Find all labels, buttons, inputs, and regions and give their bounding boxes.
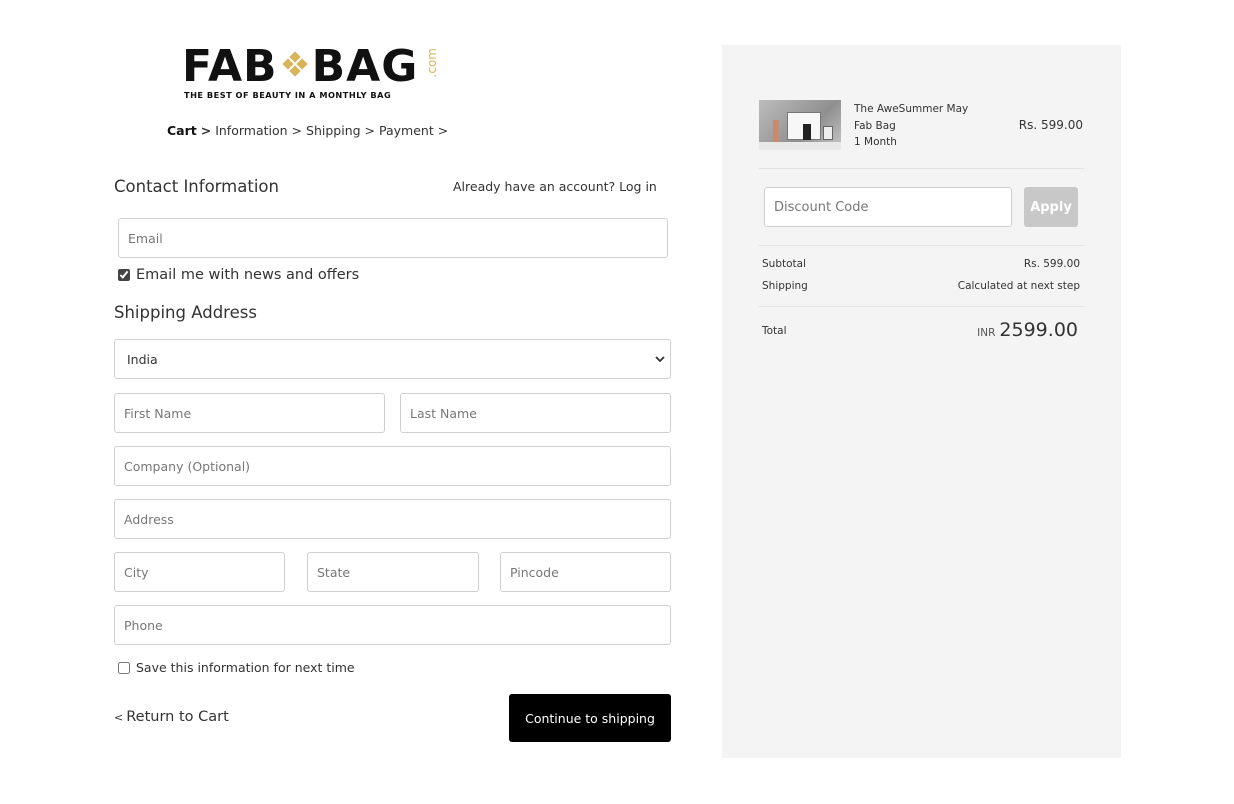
first-name-field[interactable]: [114, 393, 385, 433]
logo-wordmark: FAB BAG: [182, 44, 418, 90]
product-name-line1: The AweSummer May: [854, 103, 969, 115]
logo-com: .com: [425, 48, 439, 78]
save-info-label: Save this information for next time: [136, 660, 355, 675]
breadcrumb: Cart > Information > Shipping > Payment …: [167, 123, 448, 138]
product-variant: 1 Month: [854, 136, 897, 148]
address-field[interactable]: [114, 499, 671, 539]
total-value-row: INR 2599.00: [977, 319, 1078, 341]
save-info-checkbox-row[interactable]: Save this information for next time: [118, 660, 355, 675]
shipping-value: Calculated at next step: [957, 280, 1080, 292]
return-to-cart-link[interactable]: < Return to Cart: [114, 709, 229, 725]
breadcrumb-separator: >: [291, 123, 303, 138]
summary-divider: [759, 306, 1084, 307]
product-image: [759, 100, 841, 150]
breadcrumb-separator: >: [437, 123, 449, 138]
total-amount: 2599.00: [999, 319, 1078, 341]
summary-divider: [759, 168, 1084, 169]
state-field[interactable]: [307, 552, 479, 592]
country-select[interactable]: India: [114, 339, 671, 379]
total-label: Total: [762, 325, 787, 337]
subtotal-value: Rs. 599.00: [1023, 258, 1080, 270]
breadcrumb-cart[interactable]: Cart: [167, 123, 197, 138]
login-link[interactable]: Already have an account? Log in: [453, 179, 657, 194]
subtotal-label: Subtotal: [762, 258, 806, 270]
save-info-checkbox[interactable]: [118, 661, 130, 674]
order-summary-panel: The AweSummer May Fab Bag 1 Month Rs. 59…: [722, 45, 1121, 758]
email-field[interactable]: [118, 218, 668, 258]
company-field[interactable]: [114, 446, 671, 486]
logo-tagline: THE BEST OF BEAUTY IN A MONTHLY BAG: [184, 90, 392, 100]
last-name-field[interactable]: [400, 393, 671, 433]
breadcrumb-payment: Payment: [379, 123, 434, 138]
breadcrumb-separator: >: [364, 123, 376, 138]
breadcrumb-shipping: Shipping: [306, 123, 361, 138]
product-price: Rs. 599.00: [1018, 118, 1083, 132]
breadcrumb-separator: >: [200, 123, 212, 138]
newsletter-checkbox-row[interactable]: Email me with news and offers: [118, 267, 359, 283]
shipping-section-title: Shipping Address: [114, 303, 257, 322]
chevron-left-icon: <: [114, 711, 124, 724]
continue-to-shipping-button[interactable]: Continue to shipping: [509, 694, 671, 742]
pincode-field[interactable]: [500, 552, 671, 592]
contact-section-title: Contact Information: [114, 177, 279, 196]
city-field[interactable]: [114, 552, 285, 592]
logo-diamonds-icon: [280, 44, 310, 84]
product-name-line2: Fab Bag: [854, 119, 896, 132]
fabbag-logo[interactable]: FAB BAG .com THE BEST OF BEAUTY IN A MON…: [182, 44, 442, 102]
return-to-cart-label: Return to Cart: [126, 709, 229, 725]
discount-code-field[interactable]: [764, 187, 1012, 227]
apply-discount-button[interactable]: Apply: [1024, 187, 1078, 227]
shipping-label: Shipping: [762, 280, 808, 292]
logo-word-bag: BAG: [311, 41, 419, 92]
summary-divider: [759, 245, 1084, 246]
newsletter-checkbox[interactable]: [118, 269, 130, 281]
product-name: The AweSummer May Fab Bag 1 Month: [854, 101, 968, 151]
phone-field[interactable]: [114, 605, 671, 645]
total-currency: INR: [977, 327, 996, 339]
newsletter-label: Email me with news and offers: [136, 267, 360, 283]
breadcrumb-information: Information: [215, 123, 288, 138]
logo-word-fab: FAB: [182, 41, 278, 92]
